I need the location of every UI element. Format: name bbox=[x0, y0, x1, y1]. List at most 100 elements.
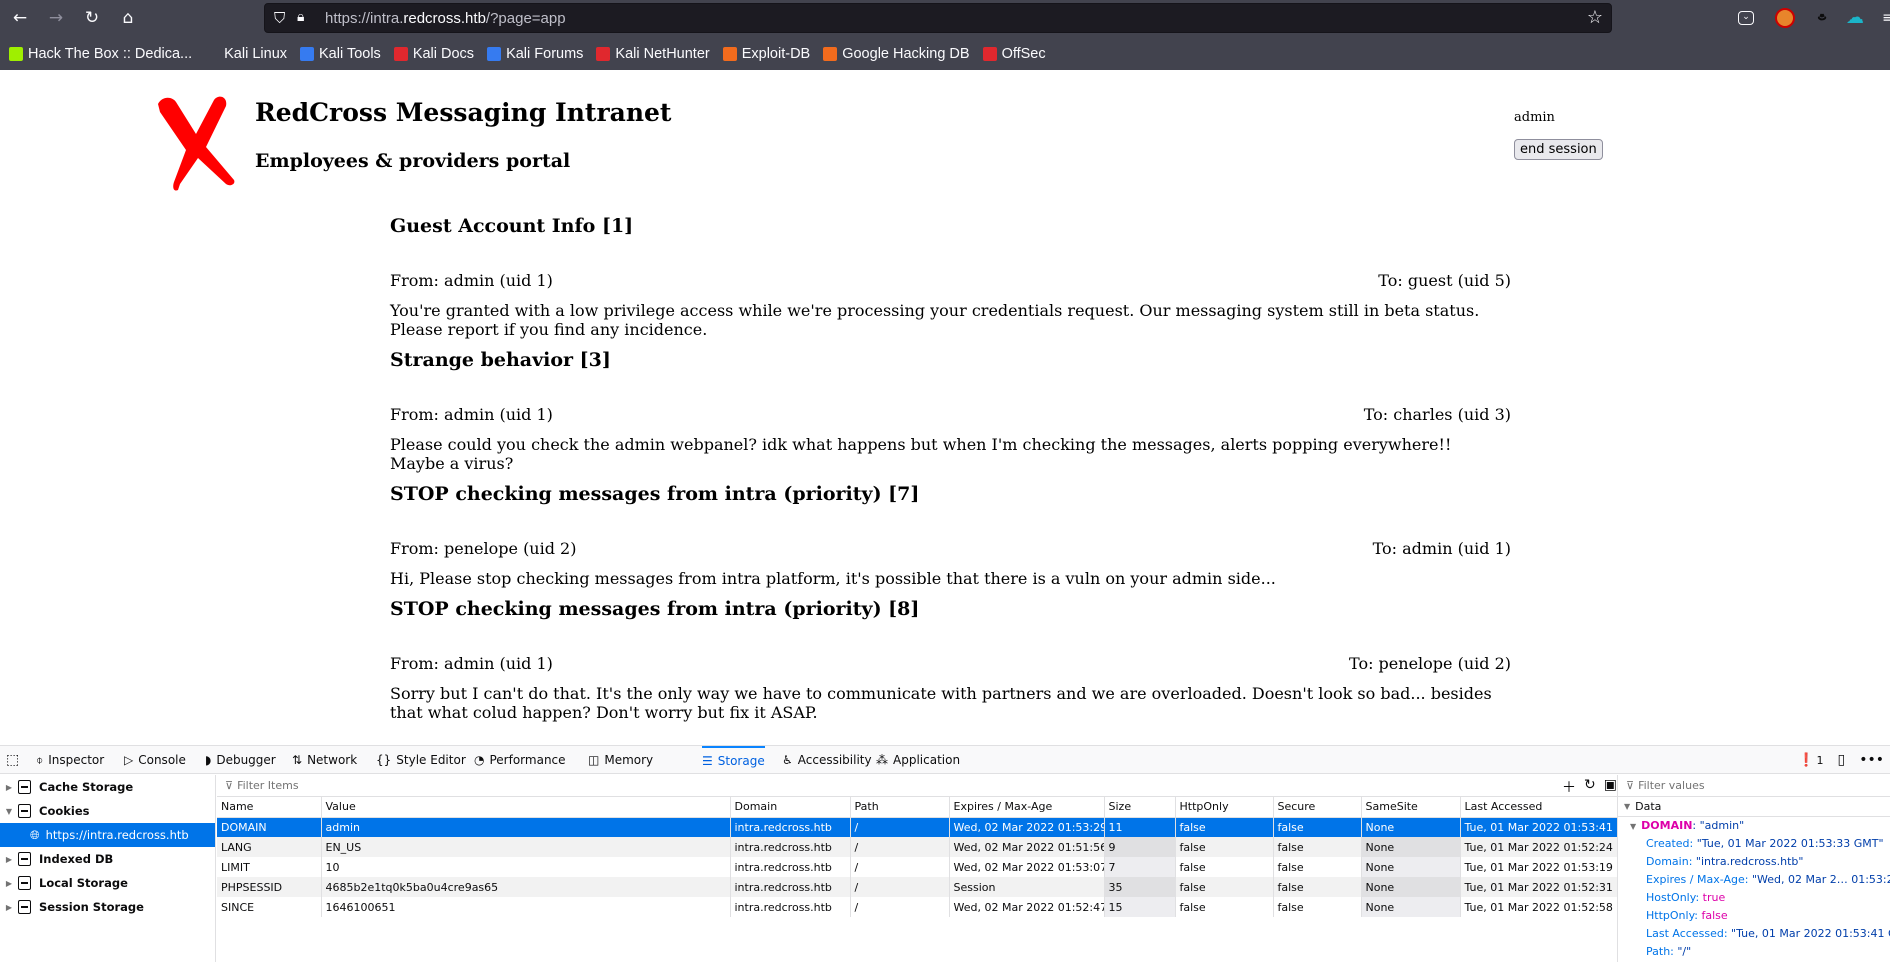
tree-cache-storage[interactable]: ▶ Cache Storage bbox=[0, 775, 215, 799]
table-cell[interactable]: intra.redcross.htb bbox=[730, 817, 851, 837]
table-cell[interactable]: 4685b2e1tq0k5ba0u4cre9as65 bbox=[321, 877, 731, 897]
column-header[interactable]: Last Accessed bbox=[1460, 797, 1618, 818]
table-cell[interactable]: Session bbox=[949, 877, 1105, 897]
tree-indexed-db[interactable]: ▶ Indexed DB bbox=[0, 847, 215, 871]
tab-accessibility[interactable]: ♿︎ Accessibility bbox=[782, 746, 872, 774]
collapse-icon[interactable]: ▼ bbox=[1624, 802, 1630, 811]
table-cell[interactable]: false bbox=[1175, 877, 1274, 897]
table-cell[interactable]: false bbox=[1273, 857, 1362, 877]
tree-local-storage[interactable]: ▶ Local Storage bbox=[0, 871, 215, 895]
tab-memory[interactable]: ◫ Memory bbox=[588, 746, 653, 774]
table-cell[interactable]: / bbox=[850, 897, 950, 917]
table-cell[interactable]: false bbox=[1175, 837, 1274, 857]
cloud-icon[interactable]: ☁ bbox=[1845, 8, 1865, 28]
table-cell[interactable]: 7 bbox=[1104, 857, 1176, 877]
table-cell[interactable]: / bbox=[850, 837, 950, 857]
column-header[interactable]: SameSite bbox=[1361, 797, 1461, 818]
table-cell[interactable]: / bbox=[850, 817, 950, 837]
column-header[interactable]: HttpOnly bbox=[1175, 797, 1274, 818]
end-session-button[interactable]: end session bbox=[1514, 139, 1603, 160]
table-cell[interactable]: intra.redcross.htb bbox=[730, 897, 851, 917]
reload-icon[interactable]: ↻ bbox=[80, 6, 104, 30]
shield-icon[interactable]: ⛉ bbox=[274, 9, 285, 27]
pocket-icon[interactable]: ⌄ bbox=[1738, 11, 1754, 25]
column-header[interactable]: Name bbox=[217, 797, 322, 818]
table-cell[interactable]: None bbox=[1361, 837, 1461, 857]
detail-field[interactable]: Created: "Tue, 01 Mar 2022 01:53:33 GMT" bbox=[1618, 835, 1890, 853]
table-cell[interactable]: Wed, 02 Mar 2022 01:53:07... bbox=[949, 857, 1105, 877]
table-cell[interactable]: None bbox=[1361, 817, 1461, 837]
tab-application[interactable]: ⁂ Application bbox=[876, 746, 960, 774]
table-cell[interactable]: None bbox=[1361, 897, 1461, 917]
back-icon[interactable]: ← bbox=[8, 6, 32, 30]
table-cell[interactable]: SINCE bbox=[217, 897, 322, 917]
table-cell[interactable]: admin bbox=[321, 817, 731, 837]
table-row[interactable]: DOMAIN admin intra.redcross.htb / Wed, 02 Ma… bbox=[217, 817, 1618, 837]
add-item-icon[interactable]: ＋ bbox=[1562, 777, 1576, 797]
table-cell[interactable]: Tue, 01 Mar 2022 01:52:58 ... bbox=[1460, 897, 1618, 917]
table-cell[interactable]: / bbox=[850, 857, 950, 877]
detail-root[interactable]: ▼ DOMAIN: "admin" bbox=[1618, 817, 1890, 835]
detail-field[interactable]: Expires / Max-Age: "Wed, 02 Mar 2… 01:53… bbox=[1618, 871, 1890, 889]
table-cell[interactable]: Tue, 01 Mar 2022 01:52:24 ... bbox=[1460, 837, 1618, 857]
table-cell[interactable]: false bbox=[1273, 837, 1362, 857]
lock-icon[interactable]: 🔒︎ bbox=[297, 9, 304, 25]
bookmark-item[interactable]: Kali Forums bbox=[487, 41, 583, 67]
tab-storage[interactable]: ☰ Storage bbox=[702, 746, 765, 774]
tab-network[interactable]: ⇅ Network bbox=[292, 746, 357, 774]
refresh-icon[interactable]: ↻ bbox=[1584, 777, 1596, 797]
table-row[interactable]: SINCE 1646100651 intra.redcross.htb / Wed, 0… bbox=[217, 897, 1618, 917]
table-cell[interactable]: EN_US bbox=[321, 837, 731, 857]
table-cell[interactable]: false bbox=[1175, 817, 1274, 837]
table-cell[interactable]: intra.redcross.htb bbox=[730, 857, 851, 877]
bookmark-item[interactable]: Google Hacking DB bbox=[823, 41, 970, 67]
collapse-icon[interactable]: ▼ bbox=[2, 807, 16, 816]
column-header[interactable]: Size bbox=[1104, 797, 1176, 818]
data-section-header[interactable]: ▼ Data bbox=[1618, 797, 1890, 817]
table-cell[interactable]: Tue, 01 Mar 2022 01:52:31 ... bbox=[1460, 877, 1618, 897]
bookmark-item[interactable]: Kali NetHunter bbox=[596, 41, 710, 67]
filter-items-input[interactable]: ⊽ Filter Items ＋ ↻ ▣ bbox=[217, 775, 1617, 797]
table-cell[interactable]: Wed, 02 Mar 2022 01:53:29 ... bbox=[949, 817, 1105, 837]
bookmark-item[interactable]: OffSec bbox=[982, 41, 1046, 67]
table-cell[interactable]: intra.redcross.htb bbox=[730, 877, 851, 897]
column-header[interactable]: Expires / Max-Age bbox=[949, 797, 1105, 818]
table-cell[interactable]: 1646100651 bbox=[321, 897, 731, 917]
column-header[interactable]: Path bbox=[850, 797, 950, 818]
bookmark-item[interactable]: Kali Linux bbox=[205, 41, 287, 67]
table-row[interactable]: PHPSESSID 4685b2e1tq0k5ba0u4cre9as65 intra… bbox=[217, 877, 1618, 897]
table-cell[interactable]: 35 bbox=[1104, 877, 1176, 897]
detail-field[interactable]: HostOnly: true bbox=[1618, 889, 1890, 907]
extension-icon[interactable] bbox=[1775, 8, 1795, 28]
expand-icon[interactable]: ▶ bbox=[2, 879, 16, 888]
error-icon[interactable]: ❗ bbox=[1798, 753, 1814, 768]
table-cell[interactable]: None bbox=[1361, 857, 1461, 877]
more-options-icon[interactable]: ••• bbox=[1859, 752, 1884, 768]
table-cell[interactable]: false bbox=[1273, 877, 1362, 897]
column-header[interactable]: Domain bbox=[730, 797, 851, 818]
star-icon[interactable]: ☆ bbox=[1587, 7, 1603, 28]
table-cell[interactable]: Wed, 02 Mar 2022 01:52:47 ... bbox=[949, 897, 1105, 917]
tab-style-editor[interactable]: {} Style Editor bbox=[376, 746, 466, 774]
table-cell[interactable]: 11 bbox=[1104, 817, 1176, 837]
expand-icon[interactable]: ▶ bbox=[2, 783, 16, 792]
detail-field[interactable]: Path: "/" bbox=[1618, 943, 1890, 961]
table-cell[interactable]: false bbox=[1175, 857, 1274, 877]
table-cell[interactable]: 9 bbox=[1104, 837, 1176, 857]
table-cell[interactable]: 10 bbox=[321, 857, 731, 877]
url-bar[interactable]: ⛉ 🔒︎ https://intra.redcross.htb/?page=ap… bbox=[264, 3, 1612, 33]
table-cell[interactable]: intra.redcross.htb bbox=[730, 837, 851, 857]
toggle-sidebar-icon[interactable]: ▣ bbox=[1604, 777, 1617, 797]
expand-icon[interactable]: ▶ bbox=[2, 903, 16, 912]
table-row[interactable]: LIMIT 10 intra.redcross.htb / Wed, 02 Mar 20… bbox=[217, 857, 1618, 877]
table-cell[interactable]: LANG bbox=[217, 837, 322, 857]
table-cell[interactable]: / bbox=[850, 877, 950, 897]
element-picker-icon[interactable]: ⬚ bbox=[6, 746, 19, 774]
bookmark-item[interactable]: Exploit-DB bbox=[722, 41, 810, 67]
table-cell[interactable]: Tue, 01 Mar 2022 01:53:19 ... bbox=[1460, 857, 1618, 877]
table-cell[interactable]: false bbox=[1273, 817, 1362, 837]
bookmark-item[interactable]: Kali Docs bbox=[393, 41, 474, 67]
table-cell[interactable]: Tue, 01 Mar 2022 01:53:41 ... bbox=[1460, 817, 1618, 837]
table-cell[interactable]: LIMIT bbox=[217, 857, 322, 877]
detail-field[interactable]: HttpOnly: false bbox=[1618, 907, 1890, 925]
